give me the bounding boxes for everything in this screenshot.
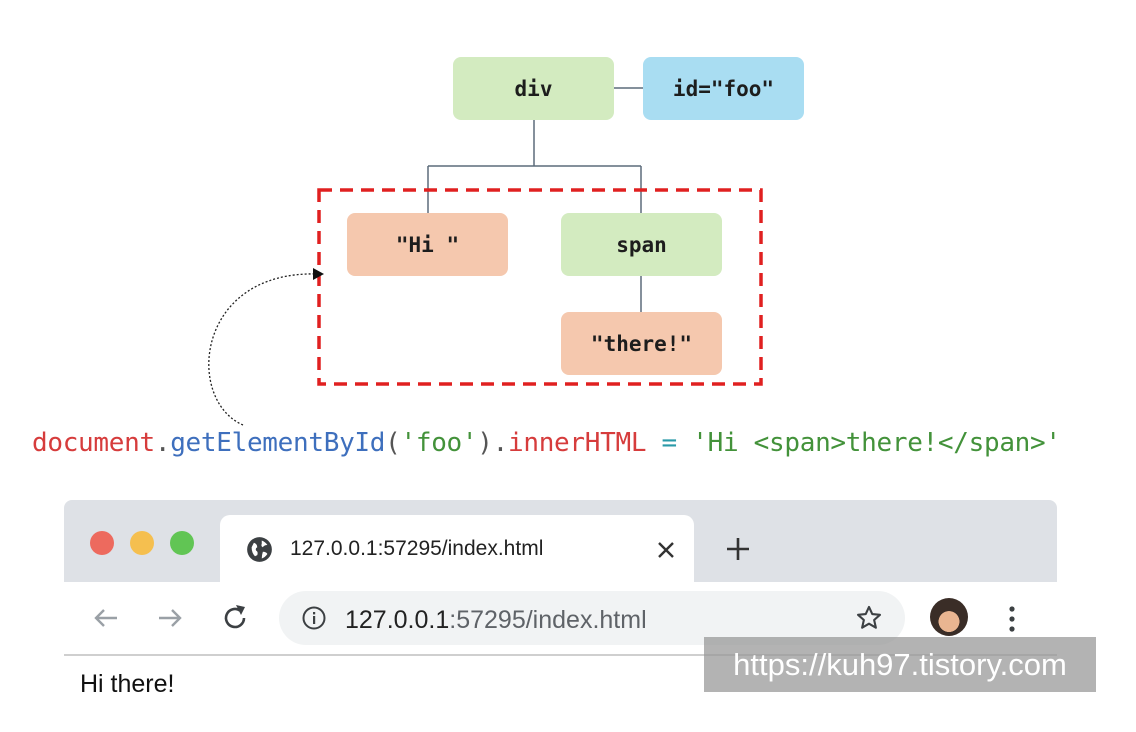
watermark: https://kuh97.tistory.com bbox=[704, 637, 1096, 692]
code-value: 'Hi <span>there!</span>' bbox=[692, 428, 1061, 458]
code-method: getElementById bbox=[170, 428, 386, 458]
close-icon[interactable] bbox=[656, 540, 676, 560]
code-dot: . bbox=[492, 428, 509, 458]
menu-dots-icon[interactable] bbox=[1006, 604, 1018, 634]
there-text-node: "there!" bbox=[561, 312, 722, 375]
code-paren-open: ( bbox=[385, 428, 401, 458]
id-attribute-node: id="foo" bbox=[643, 57, 804, 120]
span-node: span bbox=[561, 213, 722, 276]
hi-text-node: "Hi " bbox=[347, 213, 508, 276]
forward-arrow-icon[interactable] bbox=[154, 602, 186, 634]
url-path: :57295/index.html bbox=[449, 606, 647, 634]
code-document: document bbox=[32, 428, 155, 458]
code-property: innerHTML bbox=[508, 428, 647, 458]
tab-title: 127.0.0.1:57295/index.html bbox=[290, 537, 544, 560]
url-host: 127.0.0.1 bbox=[345, 606, 450, 634]
code-operator: = bbox=[646, 428, 693, 458]
info-icon[interactable] bbox=[301, 605, 327, 631]
profile-avatar[interactable] bbox=[930, 598, 968, 636]
code-line: document.getElementById('foo').innerHTML… bbox=[32, 428, 1061, 458]
tab-bar: 127.0.0.1:57295/index.html bbox=[64, 500, 1057, 582]
plus-icon[interactable] bbox=[726, 537, 750, 561]
back-arrow-icon[interactable] bbox=[90, 602, 122, 634]
browser-window: 127.0.0.1:57295/index.html 127.0.0.1:572… bbox=[64, 500, 1057, 732]
code-dot: . bbox=[154, 428, 171, 458]
page-content-text: Hi there! bbox=[80, 670, 175, 698]
star-icon[interactable] bbox=[855, 604, 883, 632]
close-window-button[interactable] bbox=[90, 531, 114, 555]
maximize-window-button[interactable] bbox=[170, 531, 194, 555]
code-paren-close: ) bbox=[477, 428, 493, 458]
assignment-arrow bbox=[208, 273, 319, 426]
div-node: div bbox=[453, 57, 614, 120]
minimize-window-button[interactable] bbox=[130, 531, 154, 555]
reload-icon[interactable] bbox=[219, 602, 251, 634]
code-argument: 'foo' bbox=[400, 428, 478, 458]
url-text: 127.0.0.1:57295/index.html bbox=[345, 606, 647, 635]
globe-icon bbox=[247, 537, 272, 562]
browser-tab[interactable]: 127.0.0.1:57295/index.html bbox=[220, 515, 694, 582]
